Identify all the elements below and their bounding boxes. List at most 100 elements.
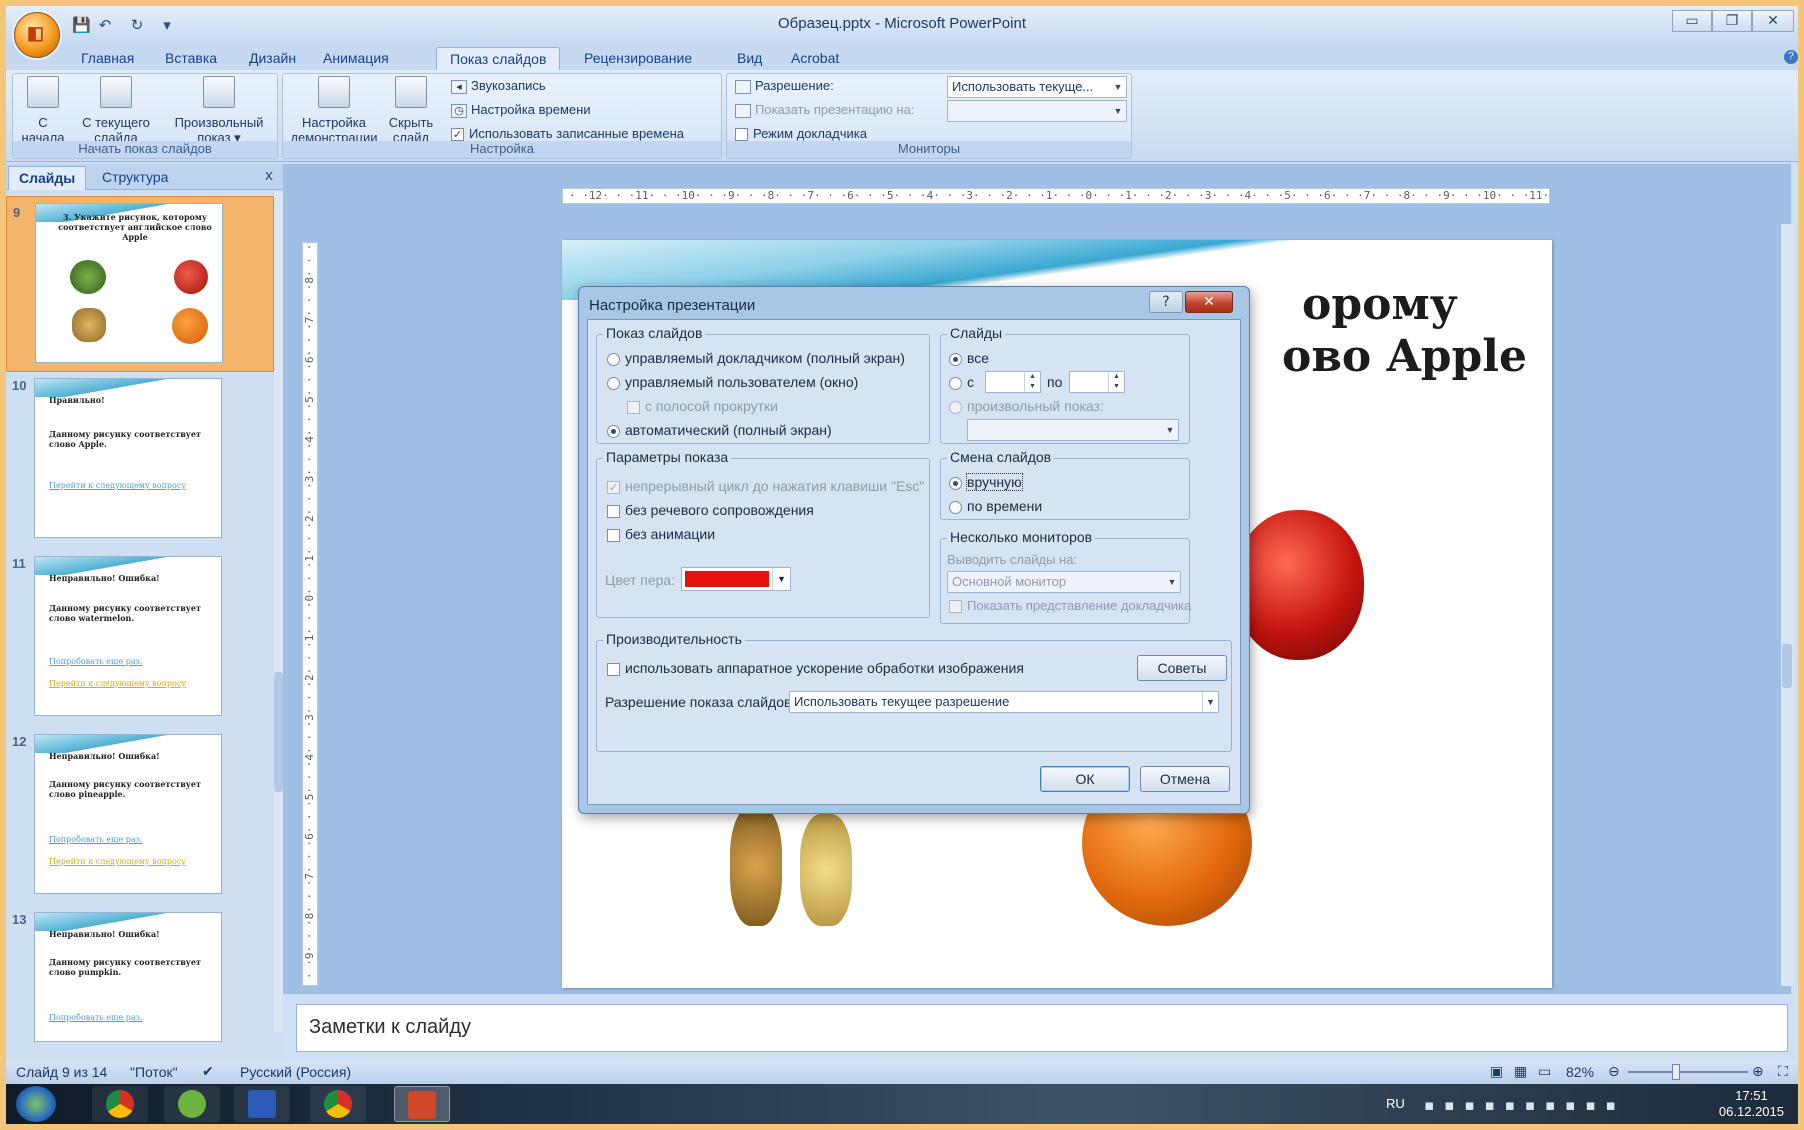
dialog-close-button[interactable]: ✕	[1185, 291, 1233, 313]
watermelon-image	[70, 260, 106, 294]
close-pane-icon[interactable]: x	[265, 168, 273, 184]
dropdown-arrow-icon: ▼	[1202, 692, 1218, 712]
help-icon[interactable]: ?	[1784, 50, 1798, 64]
dialog-help-button[interactable]: ?	[1149, 291, 1183, 313]
keyboard-language[interactable]: RU	[1386, 1096, 1405, 1111]
slide-thumbnail-12[interactable]: 12 Неправильно! Ошибка! Данному рисунку …	[6, 730, 274, 906]
tab-home[interactable]: Главная	[68, 47, 147, 70]
from-beginning-button[interactable]: С начала	[19, 76, 67, 145]
slideshow-view-icon[interactable]: ▭	[1538, 1060, 1551, 1084]
tab-outline[interactable]: Структура	[92, 166, 178, 190]
zoom-out-icon[interactable]: ⊖	[1608, 1060, 1620, 1084]
loop-checkbox[interactable]: ✓ непрерывный цикл до нажатия клавиши "Es…	[607, 477, 924, 495]
language-indicator[interactable]: Русский (Россия)	[240, 1060, 351, 1084]
custom-show-select[interactable]: ▼	[967, 419, 1179, 441]
radio-custom-show[interactable]: произвольный показ:	[949, 397, 1104, 415]
radio-presenter[interactable]: управляемый докладчиком (полный экран)	[607, 349, 905, 367]
show-type-group: Показ слайдов управляемый докладчиком (п…	[596, 325, 930, 444]
sorter-view-icon[interactable]: ▦	[1514, 1060, 1527, 1084]
pane-scrollbar[interactable]	[274, 192, 283, 1032]
clock-icon: ◷	[451, 103, 467, 118]
performance-group: Производительность использовать аппаратн…	[596, 631, 1232, 752]
no-animation-checkbox[interactable]: без анимации	[607, 525, 715, 543]
chrome2-taskbar-button[interactable]	[310, 1086, 366, 1122]
tab-design[interactable]: Дизайн	[236, 47, 309, 70]
apple-image[interactable]	[1234, 510, 1364, 660]
radio-manual[interactable]: вручную	[949, 473, 1023, 491]
setup-show-button[interactable]: Настройка демонстрации	[287, 76, 381, 145]
vertical-ruler: · ·9· · ·8· · ·7· · ·6· · ·5· · ·4· · ·3…	[302, 242, 318, 986]
cancel-button[interactable]: Отмена	[1140, 766, 1230, 792]
radio-kiosk[interactable]: автоматический (полный экран)	[607, 421, 832, 439]
tab-animation[interactable]: Анимация	[310, 47, 402, 70]
to-slide-input[interactable]: ▲ ▼	[1069, 371, 1125, 393]
pineapple-image[interactable]	[730, 806, 782, 926]
slide-thumbnail-9[interactable]: 9 3. Укажите рисунок, которому соответст…	[6, 196, 274, 372]
record-narration-button[interactable]: ◂ Звукозапись	[451, 76, 546, 96]
zoom-level[interactable]: 82%	[1566, 1060, 1594, 1084]
rehearse-timings-button[interactable]: ◷ Настройка времени	[451, 100, 591, 120]
notes-pane[interactable]: Заметки к слайду	[296, 1004, 1788, 1052]
slideshow-resolution-select[interactable]: Использовать текущее разрешение ▼	[789, 691, 1219, 713]
zoom-in-icon[interactable]: ⊕	[1752, 1060, 1764, 1084]
ribbon: С начала С текущего слайда Произвольный …	[6, 70, 1798, 162]
powerpoint-taskbar-button[interactable]	[394, 1086, 450, 1122]
scrollbar-checkbox[interactable]: с полосой прокрутки	[627, 397, 778, 415]
tab-review[interactable]: Рецензирование	[571, 47, 705, 70]
system-clock[interactable]: 17:51 06.12.2015	[1719, 1088, 1784, 1120]
dropdown-arrow-icon: ▼	[772, 568, 790, 590]
slide-title-line1[interactable]: орому	[1302, 280, 1458, 330]
radio-individual[interactable]: управляемый пользователем (окно)	[607, 373, 858, 391]
from-slide-input[interactable]: ▲ ▼	[985, 371, 1041, 393]
resolution-select[interactable]: Использовать текуще... ▼	[947, 76, 1127, 98]
save-app-taskbar-button[interactable]	[234, 1086, 290, 1122]
show-on-select[interactable]: ▼	[947, 100, 1127, 122]
slide-thumbnail-11[interactable]: 11 Неправильно! Ошибка! Данному рисунку …	[6, 552, 274, 728]
theme-name: "Поток"	[130, 1064, 178, 1080]
fit-window-icon[interactable]: ⛶	[1778, 1060, 1788, 1084]
ok-button[interactable]: ОК	[1040, 766, 1130, 792]
hw-acceleration-checkbox[interactable]: использовать аппаратное ускорение обрабо…	[607, 659, 1024, 677]
tab-acrobat[interactable]: Acrobat	[778, 47, 852, 70]
radio-all-slides[interactable]: все	[949, 349, 989, 367]
normal-view-icon[interactable]: ▣	[1490, 1060, 1503, 1084]
slide-thumbnail-13[interactable]: 13 Неправильно! Ошибка! Данному рисунку …	[6, 908, 274, 1058]
zoom-slider-thumb[interactable]	[1672, 1064, 1680, 1080]
tips-button[interactable]: Советы	[1137, 655, 1227, 681]
tab-view[interactable]: Вид	[724, 47, 775, 70]
close-window-button[interactable]: ✕	[1752, 10, 1794, 32]
presenter-view-dialog-checkbox[interactable]: Показать представление докладчика	[949, 597, 1191, 615]
slide-thumbnail-10[interactable]: 10 Правильно! Данному рисунку соответств…	[6, 374, 274, 550]
custom-show-icon	[203, 76, 235, 108]
pen-color-picker[interactable]: ▼	[681, 567, 791, 591]
tab-insert[interactable]: Вставка	[152, 47, 230, 70]
tray-icons[interactable]: ▪▪▪▪▪▪▪▪▪▪	[1424, 1096, 1626, 1114]
hide-slide-button[interactable]: Скрыть слайд	[387, 76, 435, 145]
pineapple-image	[72, 308, 106, 342]
office-button[interactable]: ◧	[14, 12, 60, 58]
no-narration-checkbox[interactable]: без речевого сопровождения	[607, 501, 814, 519]
hide-slide-icon	[395, 76, 427, 108]
chrome-taskbar-button[interactable]	[92, 1086, 148, 1122]
utorrent-taskbar-button[interactable]	[164, 1086, 220, 1122]
pineapple-half-image[interactable]	[800, 814, 852, 926]
minimize-button[interactable]: ▭	[1672, 10, 1712, 32]
floppy-icon	[248, 1090, 276, 1118]
restore-button[interactable]: ❐	[1712, 10, 1752, 32]
scroll-thumb[interactable]	[274, 672, 283, 792]
slides-range-group: Слайды все с ▲ ▼ по ▲ ▼ произвольный показ…	[940, 325, 1190, 444]
custom-show-button[interactable]: Произвольный показ ▾	[165, 76, 273, 145]
start-button[interactable]	[16, 1086, 56, 1122]
spellcheck-icon[interactable]: ✔	[202, 1060, 214, 1084]
radio-from-slide[interactable]: с	[949, 373, 974, 391]
from-current-slide-button[interactable]: С текущего слайда	[75, 76, 157, 145]
monitor-icon	[735, 103, 751, 118]
zoom-slider[interactable]	[1628, 1071, 1748, 1073]
tab-slideshow[interactable]: Показ слайдов	[436, 47, 561, 70]
scroll-thumb[interactable]	[1782, 644, 1792, 688]
display-on-select[interactable]: Основной монитор ▼	[947, 571, 1181, 593]
tab-slides[interactable]: Слайды	[8, 166, 87, 190]
radio-timings[interactable]: по времени	[949, 497, 1042, 515]
slide-scrollbar[interactable]	[1781, 224, 1793, 986]
slide-title-line2[interactable]: ово Apple	[1282, 332, 1527, 382]
